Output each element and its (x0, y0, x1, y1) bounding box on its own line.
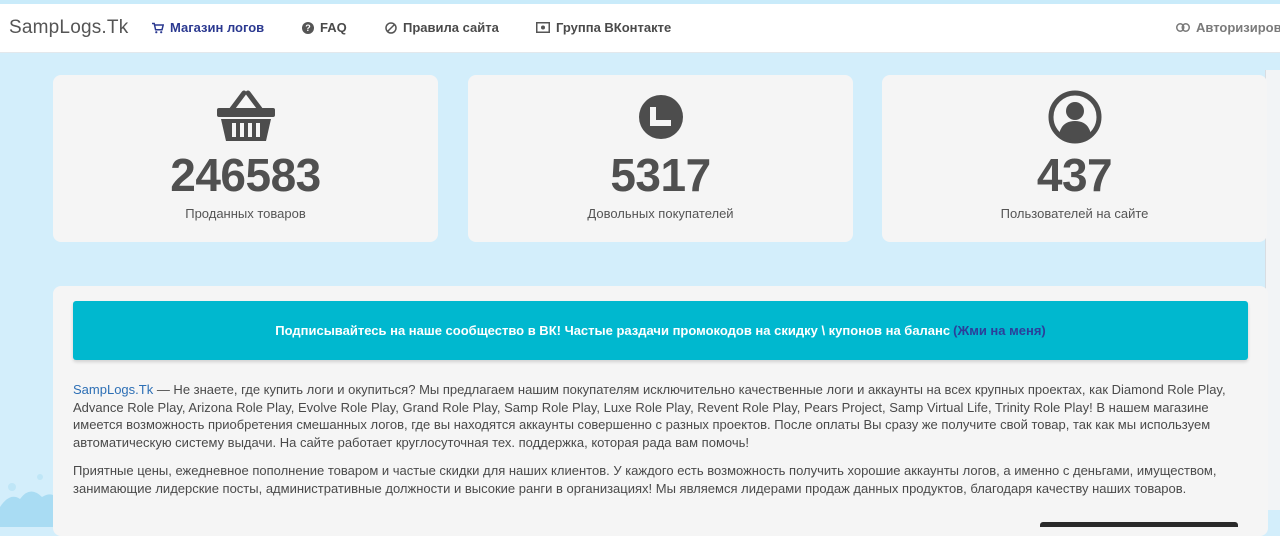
about-paragraph-2: Приятные цены, ежедневное пополнение тов… (73, 463, 1217, 496)
stat-customers-label: Довольных покупателей (587, 206, 734, 221)
nav-rules[interactable]: Правила сайта (385, 20, 499, 35)
nav-faq[interactable]: ? FAQ (302, 20, 347, 35)
svg-text:?: ? (305, 23, 311, 33)
brand-link[interactable]: SampLogs.Tk (73, 382, 153, 397)
cart-icon (152, 22, 164, 34)
stat-sold-label: Проданных товаров (185, 206, 306, 221)
banner-text: Подписывайтесь на наше сообщество в ВК! … (275, 323, 951, 338)
money-bill-icon (536, 22, 550, 33)
nav-shop-logs[interactable]: Магазин логов (152, 20, 264, 35)
nav-login[interactable]: Авторизирова (1176, 20, 1280, 35)
nav-rules-label: Правила сайта (403, 20, 499, 35)
clock-icon (637, 89, 685, 146)
stat-users-value: 437 (1036, 149, 1113, 201)
stat-card-sold: 246583 Проданных товаров (53, 75, 438, 242)
stat-card-users: 437 Пользователей на сайте (882, 75, 1267, 242)
user-circle-icon (1048, 89, 1102, 149)
about-paragraph-1-text: — Не знаете, где купить логи и окупиться… (73, 382, 1226, 451)
bottom-dark-bar (1040, 522, 1238, 527)
vk-subscribe-banner: Подписывайтесь на наше сообщество в ВК! … (73, 301, 1248, 360)
top-navbar: SampLogs.Tk Магазин логов ? FAQ Правила … (0, 4, 1280, 53)
nav-login-label: Авторизирова (1196, 20, 1280, 35)
stat-sold-value: 246583 (170, 149, 321, 201)
link-icon (1176, 23, 1190, 32)
stat-customers-value: 5317 (610, 149, 711, 201)
banner-link[interactable]: (Жми на меня) (953, 323, 1046, 338)
question-circle-icon: ? (302, 21, 314, 34)
nav-faq-label: FAQ (320, 20, 347, 35)
nav-vk-group[interactable]: Группа ВКонтакте (536, 20, 671, 35)
ban-circle-icon (385, 21, 397, 34)
site-brand[interactable]: SampLogs.Tk (9, 17, 128, 39)
shopping-basket-icon (216, 89, 276, 148)
stat-card-customers: 5317 Довольных покупателей (468, 75, 853, 242)
info-card: Подписывайтесь на наше сообщество в ВК! … (53, 286, 1268, 536)
nav-shop-logs-label: Магазин логов (170, 20, 265, 35)
about-paragraph-1: SampLogs.Tk — Не знаете, где купить логи… (73, 381, 1253, 452)
stat-users-label: Пользователей на сайте (1000, 206, 1149, 221)
nav-vk-group-label: Группа ВКонтакте (556, 20, 672, 35)
